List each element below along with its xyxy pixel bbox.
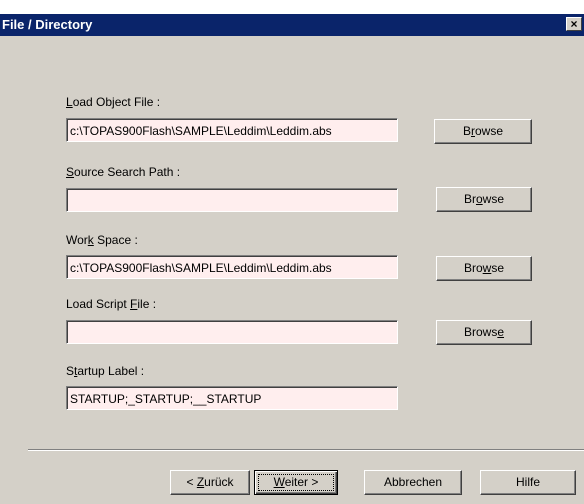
browse-load-object-button[interactable]: Browse [434, 119, 532, 144]
startup-label-label: Startup Label : [66, 364, 145, 378]
work-space-input[interactable]: c:\TOPAS900Flash\SAMPLE\Leddim\Leddim.ab… [66, 255, 398, 279]
title-bar: File / Directory × [0, 14, 584, 36]
startup-label-input[interactable]: STARTUP;_STARTUP;__STARTUP [66, 386, 398, 410]
close-icon[interactable]: × [566, 17, 582, 31]
load-script-file-input[interactable] [66, 320, 398, 344]
load-object-file-input[interactable]: c:\TOPAS900Flash\SAMPLE\Leddim\Leddim.ab… [66, 118, 398, 142]
separator [28, 449, 584, 451]
work-space-label: Work Space : [66, 233, 138, 247]
source-search-path-label: Source Search Path : [66, 165, 181, 179]
next-button[interactable]: Weiter > [254, 470, 338, 495]
browse-source-search-button[interactable]: Browse [436, 187, 532, 212]
load-object-file-label: Load Object File : [66, 95, 161, 109]
source-search-path-input[interactable] [66, 188, 398, 212]
help-button[interactable]: Hilfe [480, 470, 576, 495]
back-button[interactable]: < Zurück [170, 470, 250, 495]
browse-load-script-button[interactable]: Browse [436, 320, 532, 345]
browse-work-space-button[interactable]: Browse [436, 256, 532, 281]
load-script-file-label: Load Script File : [66, 297, 157, 311]
screen-top-strip [0, 0, 584, 14]
cancel-button[interactable]: Abbrechen [364, 470, 462, 495]
window-title: File / Directory [2, 17, 93, 32]
